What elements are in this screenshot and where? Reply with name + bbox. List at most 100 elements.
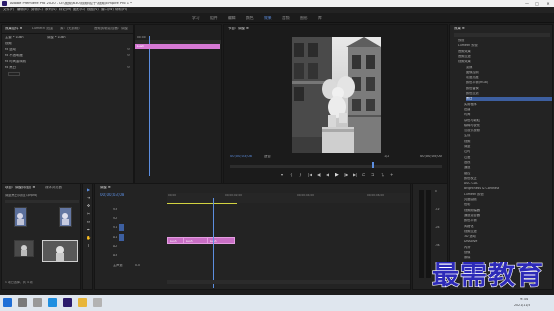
sequence-clip[interactable]: 调整 * Lush — [47, 36, 66, 39]
reset-icon[interactable]: ↺ — [127, 48, 130, 52]
close-button[interactable]: ✕ — [543, 1, 553, 6]
effects-tree-item[interactable]: Lumetri 颜色 — [464, 193, 552, 196]
track-v1[interactable]: V1 — [113, 226, 117, 229]
fx-time-remap[interactable]: fx 时间重映射 — [5, 60, 26, 63]
effects-tree-item[interactable]: 视频效果 — [458, 60, 548, 63]
effects-tree-item[interactable]: 视频限幅器 — [464, 209, 552, 212]
effects-tree-item[interactable]: Brightness & Contrast — [464, 187, 552, 190]
effects-tree-item[interactable]: 音频过渡 — [458, 55, 548, 58]
tab-audio-clip-mixer[interactable]: 音频剪辑混合器：调整 — [94, 27, 128, 30]
effects-tree-item[interactable]: 视频过渡 — [464, 230, 552, 233]
marker-icon[interactable]: ▾ — [281, 173, 283, 177]
selection-tool-icon[interactable]: ▶ — [85, 188, 92, 194]
effects-tree-item[interactable]: 预设 — [458, 39, 548, 42]
program-video-frame[interactable] — [292, 37, 381, 153]
task-view-icon[interactable] — [33, 298, 42, 307]
effects-tree-item[interactable]: 擦除 — [464, 256, 552, 259]
effects-tree-item[interactable]: 杂色与颗粒 — [464, 119, 552, 122]
effects-tree-item[interactable]: 色彩 — [464, 203, 552, 206]
timeline-clip[interactable]: Lush — [207, 237, 235, 244]
step-back-icon[interactable]: ◀| — [317, 173, 321, 177]
effects-tree-item[interactable]: 时间 — [464, 113, 552, 116]
tab-project[interactable]: 项目：调整(项目) ≡ — [5, 186, 35, 189]
menu-window[interactable]: 窗口(W) — [101, 8, 114, 11]
menu-clip[interactable]: 剪辑(C) — [31, 8, 43, 11]
effects-tree-item[interactable]: 过时 — [464, 150, 552, 153]
fx-black-white[interactable]: fx 黑白 — [5, 66, 16, 69]
program-timecode[interactable]: 00;00;03;08 — [230, 155, 252, 159]
fx-clip-bar[interactable]: Lush — [135, 44, 220, 49]
tab-program[interactable]: 节目：调整 ≡ — [228, 27, 249, 30]
effects-tree-item[interactable]: 视频 — [464, 140, 552, 143]
timeline-timecode[interactable]: 00;00;03;08 — [100, 193, 124, 197]
track-a1[interactable]: A1 — [113, 236, 117, 239]
effects-tree-item[interactable]: 划像 — [464, 251, 552, 254]
workspace-graphics[interactable]: 图形 — [300, 16, 308, 20]
track-target-a1[interactable] — [119, 234, 124, 241]
pen-tool-icon[interactable]: ✒ — [85, 228, 92, 234]
ripple-edit-tool-icon[interactable]: ✥ — [85, 204, 92, 210]
effects-tree-item[interactable]: 模糊与锐化 — [464, 124, 552, 127]
add-button-icon[interactable]: + — [390, 173, 393, 177]
reset-icon[interactable]: ↺ — [127, 66, 130, 70]
menu-graphics[interactable]: 图形(G) — [73, 8, 85, 11]
work-area-bar[interactable] — [167, 203, 237, 204]
timeline-playhead[interactable] — [213, 198, 214, 288]
tab-source[interactable]: 源：(无剪辑) — [60, 27, 80, 30]
go-to-out-icon[interactable]: ▶| — [353, 173, 357, 177]
export-frame-icon[interactable]: ⤵ — [380, 173, 384, 177]
lift-icon[interactable]: ⊏ — [362, 173, 365, 177]
clip-thumbnail[interactable] — [59, 207, 72, 227]
timeline-clip[interactable]: Lush — [183, 237, 209, 244]
menu-view[interactable]: 视图(V) — [87, 8, 99, 11]
effects-tree-item[interactable]: 生成 — [464, 134, 552, 137]
effects-tree-item[interactable]: 过渡 — [464, 156, 552, 159]
effects-tree-item[interactable]: ASC CDL — [464, 182, 552, 185]
effects-tree-item[interactable]: 3D 运动 — [464, 235, 552, 238]
effects-tree-item[interactable]: 颜色平衡(RGB) — [466, 81, 552, 84]
effects-tree-item[interactable]: 透视 — [464, 161, 552, 164]
search-input[interactable] — [5, 200, 79, 203]
tab-media-browser[interactable]: 媒体浏览器 — [45, 186, 62, 189]
effects-tree-item[interactable]: 键控 — [464, 172, 552, 175]
resolution-dropdown[interactable]: 1/2 — [384, 155, 389, 158]
effects-tree-item[interactable]: 灰度亮度 — [466, 76, 552, 79]
effects-tree-item[interactable]: 内滑 — [464, 246, 552, 249]
workspace-effects[interactable]: 效果 — [264, 16, 272, 20]
menu-markers[interactable]: 标记(M) — [59, 8, 71, 11]
effects-tree-item[interactable]: 沉浸式视频 — [464, 129, 552, 132]
master-volume[interactable]: 0.0 — [135, 264, 140, 267]
fx-motion[interactable]: fx 运动 — [5, 48, 16, 51]
start-icon[interactable] — [3, 298, 12, 307]
step-forward-icon[interactable]: |▶ — [344, 173, 348, 177]
tab-sequence[interactable]: 调整 ≡ — [100, 186, 111, 189]
workspace-editing[interactable]: 编辑 — [228, 16, 236, 20]
effects-tree-item[interactable]: 实用程序 — [464, 103, 552, 106]
play-icon[interactable]: ▶ — [335, 173, 339, 178]
sequence-thumbnail[interactable] — [42, 240, 78, 262]
type-tool-icon[interactable]: T — [85, 244, 92, 250]
effects-tree-item[interactable]: 调整 — [464, 145, 552, 148]
effects-tree-item[interactable]: 颜色平衡 — [464, 219, 552, 222]
maximize-button[interactable]: □ — [532, 1, 542, 6]
mark-in-icon[interactable]: { — [290, 173, 293, 177]
fit-dropdown[interactable]: 适合 — [264, 155, 271, 158]
effects-tree-item[interactable]: Dissolve — [464, 240, 552, 243]
search-icon[interactable] — [18, 298, 27, 307]
effects-tree-item[interactable]: 黑白 — [466, 97, 552, 101]
go-to-in-icon[interactable]: |◀ — [308, 173, 312, 177]
clip-thumbnail[interactable] — [14, 240, 34, 257]
menu-file[interactable]: 文件(F) — [3, 8, 14, 11]
slip-tool-icon[interactable]: ⇔ — [85, 220, 92, 226]
timeline-ruler[interactable]: 00;00 00;00;02;00 00;00;04;00 00;00;06;0… — [167, 193, 410, 203]
effects-tree-item[interactable]: 亮度曲线 — [464, 198, 552, 201]
fx-opacity[interactable]: fx 不透明度 — [5, 54, 23, 57]
program-scrubber[interactable] — [230, 165, 442, 168]
tab-effect-controls[interactable]: 效果控件 ≡ — [5, 27, 22, 30]
reset-icon[interactable]: ↺ — [127, 54, 130, 58]
effects-tree-item[interactable]: 通道混合器 — [464, 214, 552, 217]
workspace-color[interactable]: 颜色 — [246, 16, 254, 20]
effects-tree-item[interactable]: 颜色替换 — [466, 87, 552, 90]
workspace-learning[interactable]: 学习 — [192, 16, 200, 20]
program-playhead[interactable] — [372, 162, 374, 168]
